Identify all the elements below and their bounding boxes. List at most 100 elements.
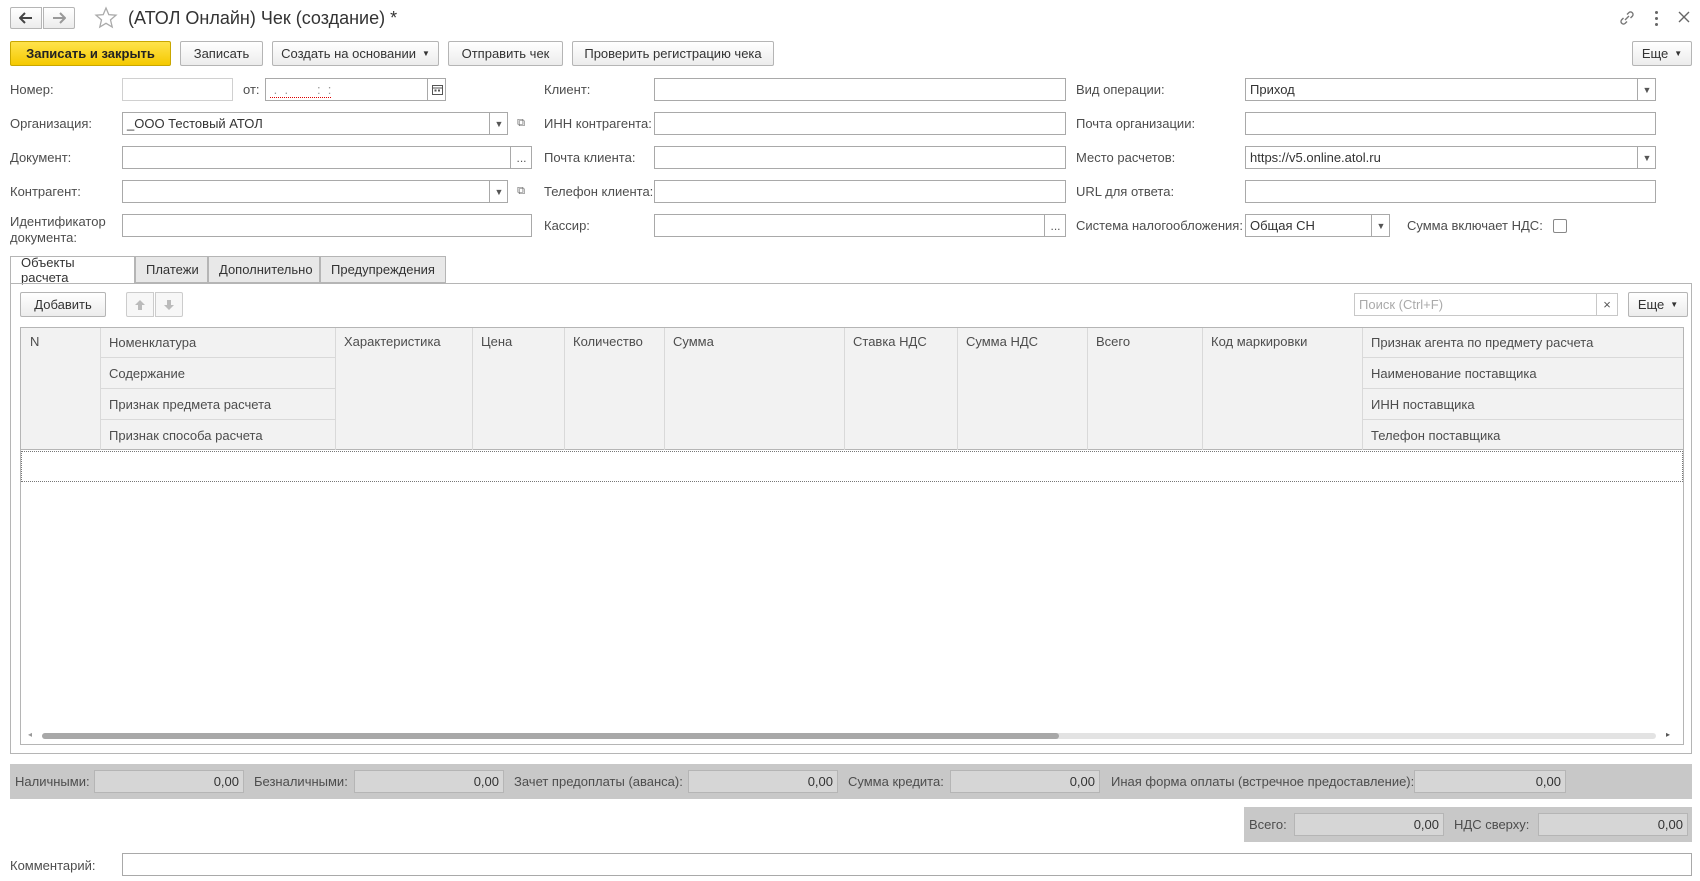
col-subject-sign[interactable]: Признак предмета расчета — [101, 389, 335, 420]
other-payment-label: Иная форма оплаты (встречное предоставле… — [1111, 774, 1415, 789]
col-supplier-phone[interactable]: Телефон поставщика — [1363, 420, 1683, 451]
comment-field[interactable] — [122, 853, 1692, 876]
tab-additional[interactable]: Дополнительно — [208, 256, 320, 283]
calendar-icon[interactable] — [427, 79, 445, 100]
dropdown-arrow-icon[interactable]: ▼ — [1637, 79, 1655, 100]
scroll-left-icon[interactable]: ◂ — [28, 730, 32, 739]
close-icon[interactable] — [1676, 9, 1692, 25]
search-input[interactable]: Поиск (Ctrl+F) — [1354, 293, 1597, 316]
back-button[interactable] — [10, 7, 42, 29]
credit-value: 0,00 — [950, 770, 1100, 793]
tab-warnings[interactable]: Предупреждения — [320, 256, 446, 283]
clear-search-button[interactable]: × — [1596, 293, 1618, 316]
callback-url-field[interactable] — [1245, 180, 1656, 203]
cashless-label: Безналичными: — [254, 774, 348, 789]
col-agent-sign[interactable]: Признак агента по предмету расчета — [1363, 327, 1683, 358]
org-email-field[interactable] — [1245, 112, 1656, 135]
save-button[interactable]: Записать — [180, 41, 263, 66]
col-content[interactable]: Содержание — [101, 358, 335, 389]
date-field[interactable]: . . : : — [265, 78, 446, 101]
client-email-field[interactable] — [654, 146, 1066, 169]
col-n[interactable]: N — [30, 334, 39, 349]
col-characteristic[interactable]: Характеристика — [344, 334, 441, 349]
other-payment-value: 0,00 — [1414, 770, 1566, 793]
tax-system-select[interactable]: Общая СН ▼ — [1245, 214, 1390, 237]
operation-select[interactable]: Приход ▼ — [1245, 78, 1656, 101]
dropdown-arrow-icon[interactable]: ▼ — [1371, 215, 1389, 236]
menu-dots-icon[interactable] — [1651, 9, 1661, 27]
open-organization-icon[interactable]: ⧉ — [511, 112, 531, 135]
col-total[interactable]: Всего — [1096, 334, 1130, 349]
move-down-button[interactable] — [155, 292, 183, 317]
col-nomenclature[interactable]: Номенклатура — [101, 327, 335, 358]
check-registration-button[interactable]: Проверить регистрацию чека — [572, 41, 774, 66]
favorite-star-icon[interactable] — [94, 6, 118, 30]
dropdown-arrow-icon[interactable]: ▼ — [489, 181, 507, 202]
select-ellipsis-icon[interactable]: ... — [1044, 215, 1065, 236]
col-price[interactable]: Цена — [481, 334, 512, 349]
col-vat-rate[interactable]: Ставка НДС — [853, 334, 927, 349]
save-and-close-button[interactable]: Записать и закрыть — [10, 41, 171, 66]
col-method-sign[interactable]: Признак способа расчета — [101, 420, 335, 451]
dropdown-arrow-icon[interactable]: ▼ — [489, 113, 507, 134]
tax-system-label: Система налогообложения: — [1076, 218, 1243, 233]
link-icon[interactable] — [1618, 9, 1636, 27]
table-row[interactable] — [21, 451, 1683, 482]
prepay-label: Зачет предоплаты (аванса): — [514, 774, 683, 789]
arrow-up-icon — [135, 299, 145, 310]
select-ellipsis-icon[interactable]: ... — [510, 147, 531, 168]
col-marking-code[interactable]: Код маркировки — [1211, 334, 1307, 349]
cashless-value: 0,00 — [354, 770, 504, 793]
cash-label: Наличными: — [15, 774, 90, 789]
cashier-label: Кассир: — [544, 218, 590, 233]
credit-label: Сумма кредита: — [848, 774, 944, 789]
prepay-value: 0,00 — [688, 770, 838, 793]
table-more-button[interactable]: Еще ▼ — [1628, 292, 1688, 317]
more-button[interactable]: Еще ▼ — [1632, 41, 1692, 66]
organization-label: Организация: — [10, 116, 93, 131]
vat-included-checkbox[interactable] — [1553, 219, 1567, 233]
cash-value: 0,00 — [94, 770, 244, 793]
forward-button[interactable] — [43, 7, 75, 29]
col-supplier-inn[interactable]: ИНН поставщика — [1363, 389, 1683, 420]
tab-calc-objects[interactable]: Объекты расчета — [10, 255, 135, 285]
client-phone-field[interactable] — [654, 180, 1066, 203]
payment-place-select[interactable]: https://v5.online.atol.ru ▼ — [1245, 146, 1656, 169]
add-button[interactable]: Добавить — [20, 292, 106, 317]
col-sum[interactable]: Сумма — [673, 334, 714, 349]
callback-url-label: URL для ответа: — [1076, 184, 1175, 199]
client-field[interactable] — [654, 78, 1066, 101]
client-phone-label: Телефон клиента: — [544, 184, 654, 199]
inn-field[interactable] — [654, 112, 1066, 135]
total-value: 0,00 — [1294, 813, 1444, 836]
vat-on-top-value: 0,00 — [1538, 813, 1688, 836]
arrow-down-icon — [164, 299, 174, 310]
dropdown-arrow-icon: ▼ — [1670, 300, 1679, 309]
dropdown-arrow-icon[interactable]: ▼ — [1637, 147, 1655, 168]
doc-id-field[interactable] — [122, 214, 532, 237]
col-quantity[interactable]: Количество — [573, 334, 643, 349]
inn-label: ИНН контрагента: — [544, 116, 652, 131]
open-counterparty-icon[interactable]: ⧉ — [511, 180, 531, 203]
organization-field[interactable]: _ООО Тестовый АТОЛ ▼ — [122, 112, 508, 135]
total-label: Всего: — [1249, 817, 1287, 832]
move-up-button[interactable] — [126, 292, 154, 317]
client-label: Клиент: — [544, 82, 591, 97]
counterparty-field[interactable]: ▼ — [122, 180, 508, 203]
org-email-label: Почта организации: — [1076, 116, 1196, 131]
scroll-right-icon[interactable]: ▸ — [1666, 730, 1670, 739]
cashier-field[interactable]: ... — [654, 214, 1066, 237]
operation-label: Вид операции: — [1076, 82, 1165, 97]
dropdown-arrow-icon: ▼ — [421, 49, 430, 58]
create-based-on-button[interactable]: Создать на основании ▼ — [272, 41, 439, 66]
number-field[interactable] — [122, 78, 233, 101]
scrollbar-thumb[interactable] — [42, 733, 1059, 739]
window-title: (АТОЛ Онлайн) Чек (создание) * — [128, 8, 398, 28]
tab-payments[interactable]: Платежи — [135, 256, 208, 283]
document-field[interactable]: ... — [122, 146, 532, 169]
col-supplier-name[interactable]: Наименование поставщика — [1363, 358, 1683, 389]
document-label: Документ: — [10, 150, 72, 165]
vat-included-label: Сумма включает НДС: — [1407, 218, 1543, 233]
send-receipt-button[interactable]: Отправить чек — [448, 41, 563, 66]
col-vat-sum[interactable]: Сумма НДС — [966, 334, 1038, 349]
